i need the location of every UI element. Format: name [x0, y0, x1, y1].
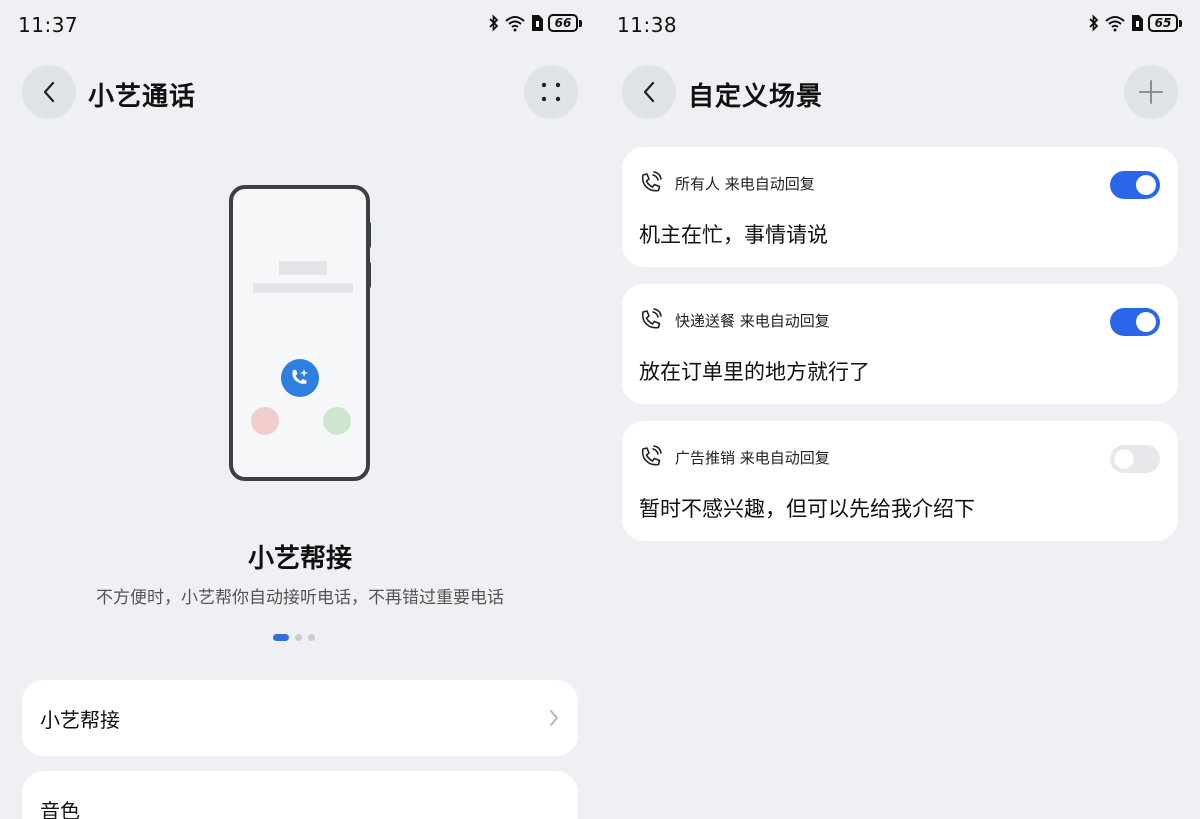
call-wave-icon	[641, 171, 662, 192]
scene-label: 快递送餐 来电自动回复	[675, 311, 830, 330]
sim-icon	[1132, 15, 1143, 31]
call-wave-icon	[641, 308, 662, 329]
scene-header: 广告推销 来电自动回复	[639, 445, 830, 469]
page-title: 小艺通话	[88, 82, 197, 112]
scene-label: 广告推销 来电自动回复	[675, 448, 830, 467]
more-button[interactable]	[524, 65, 578, 119]
chevron-right-icon	[550, 710, 559, 726]
feature-title: 小艺帮接	[247, 544, 352, 574]
carousel-dot-active[interactable]	[273, 634, 289, 641]
status-icons: 66	[488, 14, 582, 32]
scene-card[interactable]: 快递送餐 来电自动回复 放在订单里的地方就行了	[622, 284, 1178, 404]
scene-reply: 放在订单里的地方就行了	[639, 360, 870, 384]
back-icon	[43, 81, 55, 103]
feature-description: 不方便时，小艺帮你自动接听电话，不再错过重要电话	[96, 588, 504, 608]
list-item-label: 音色	[40, 799, 80, 819]
list-item-label: 小艺帮接	[40, 707, 120, 732]
carousel-dot[interactable]	[308, 634, 315, 641]
back-button[interactable]	[622, 65, 676, 119]
call-wave-icon	[641, 445, 662, 466]
left-screen: 11:37 66 小艺通话 小艺帮接 不方便时，小艺帮你自动接听电话，不再错过重…	[0, 0, 600, 819]
scene-toggle[interactable]	[1110, 445, 1160, 473]
scene-header: 快递送餐 来电自动回复	[639, 308, 830, 332]
scene-card[interactable]: 所有人 来电自动回复 机主在忙，事情请说	[622, 147, 1178, 267]
back-icon	[643, 81, 655, 103]
scene-reply: 机主在忙，事情请说	[639, 223, 828, 247]
scene-card[interactable]: 广告推销 来电自动回复 暂时不感兴趣，但可以先给我介绍下	[622, 421, 1178, 541]
add-scene-button[interactable]	[1124, 65, 1178, 119]
scene-toggle[interactable]	[1110, 171, 1160, 199]
page-title: 自定义场景	[688, 82, 824, 112]
more-dots-icon	[541, 82, 561, 102]
list-item-auto-answer[interactable]: 小艺帮接	[22, 680, 578, 756]
bluetooth-icon	[489, 14, 499, 32]
battery-indicator: 66	[548, 14, 582, 32]
status-time: 11:37	[18, 13, 79, 37]
status-icons: 65	[1088, 14, 1182, 32]
back-button[interactable]	[22, 65, 76, 119]
bluetooth-icon	[1089, 14, 1099, 32]
assistant-call-icon	[281, 359, 319, 397]
wifi-icon	[1105, 16, 1125, 32]
battery-level: 65	[1148, 14, 1178, 32]
battery-indicator: 65	[1148, 14, 1182, 32]
status-time: 11:38	[617, 13, 678, 37]
scene-header: 所有人 来电自动回复	[639, 171, 815, 195]
plus-icon	[1139, 80, 1163, 104]
carousel-indicator[interactable]	[273, 634, 315, 641]
scene-toggle[interactable]	[1110, 308, 1160, 336]
carousel-dot[interactable]	[295, 634, 302, 641]
wifi-icon	[505, 16, 525, 32]
scene-reply: 暂时不感兴趣，但可以先给我介绍下	[639, 497, 975, 521]
sim-icon	[532, 15, 543, 31]
list-item-voice[interactable]: 音色	[22, 771, 578, 819]
scene-label: 所有人 来电自动回复	[675, 174, 815, 193]
battery-level: 66	[548, 14, 578, 32]
right-screen: 11:38 65 自定义场景	[600, 0, 1200, 819]
